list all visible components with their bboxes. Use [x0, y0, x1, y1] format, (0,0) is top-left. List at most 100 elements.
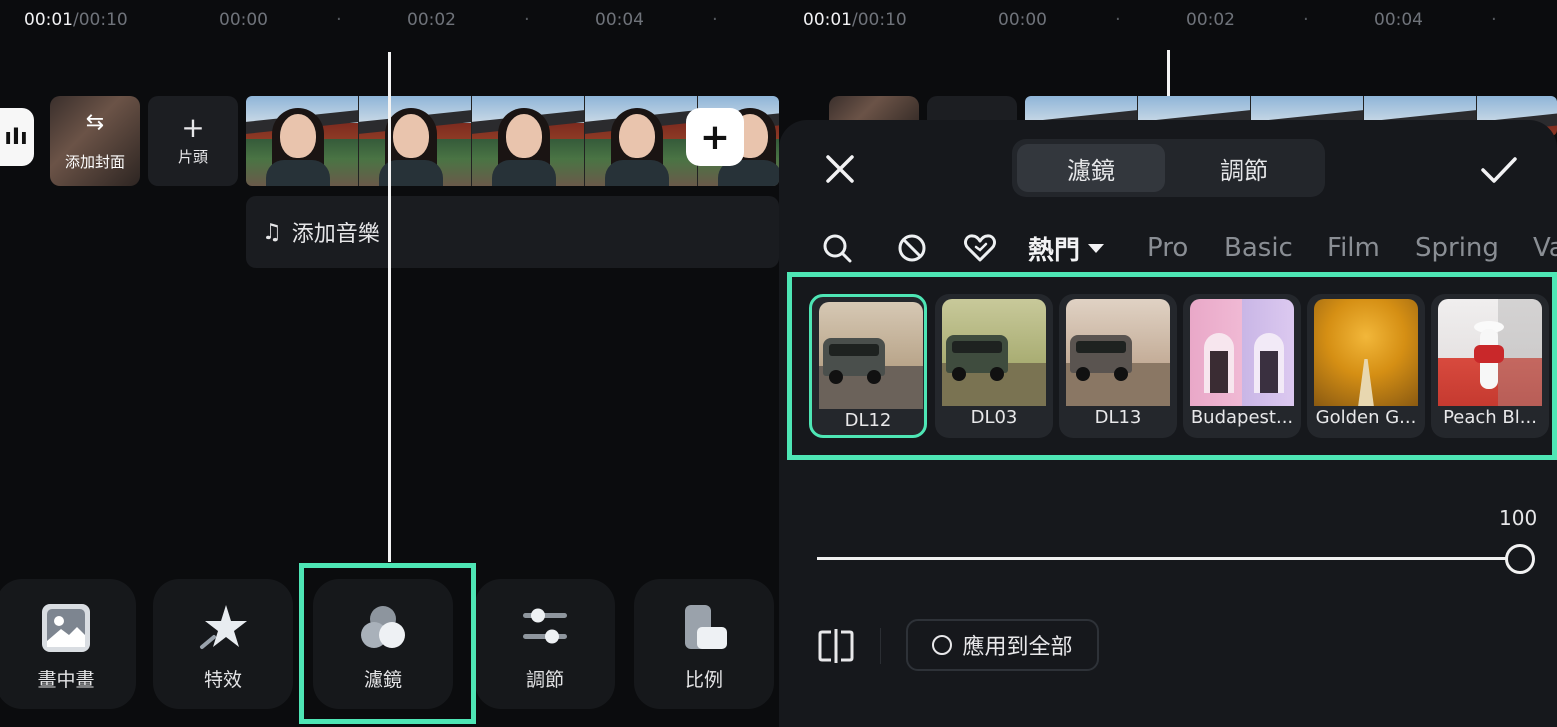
plus-icon: + [699, 116, 731, 158]
tool-label: 畫中畫 [37, 669, 95, 691]
category-basic[interactable]: Basic [1224, 226, 1293, 270]
filter-thumbnail [1438, 299, 1542, 406]
ruler-dot: · [336, 9, 342, 30]
music-note-icon: ♫ [262, 219, 282, 245]
tab-switcher: 濾鏡 調節 [1012, 139, 1325, 197]
ruler-mark: 00:04 [1374, 10, 1423, 30]
tool-picture-in-picture[interactable]: 畫中畫 [0, 579, 136, 709]
ruler-mark: 00:00 [219, 10, 268, 30]
heart-icon [964, 234, 996, 262]
add-intro-label: 片頭 [177, 148, 208, 166]
add-cover-button[interactable]: ⇆ 添加封面 [50, 96, 140, 186]
favorites-button[interactable] [963, 226, 997, 270]
filter-item-dl12[interactable]: DL12 [809, 294, 927, 438]
category-film[interactable]: Film [1327, 226, 1380, 270]
filter-thumbnail [1066, 299, 1170, 406]
filter-name: DL03 [970, 407, 1018, 428]
compare-button[interactable] [815, 625, 857, 667]
search-icon [823, 234, 852, 263]
timeline-ruler: 00:01/00:10 00:00 · 00:02 · 00:04 · [0, 9, 779, 36]
tool-label: 特效 [203, 669, 242, 691]
divider [880, 628, 881, 664]
checkmark-icon [1481, 157, 1517, 183]
plus-icon: + [181, 111, 205, 144]
left-screen: 00:01/00:10 00:00 · 00:02 · 00:04 · ıIı … [0, 0, 779, 727]
filter-thumbnail [819, 302, 923, 409]
clip-frame [585, 96, 698, 186]
filter-name: DL13 [1094, 407, 1142, 428]
tool-ratio[interactable]: 比例 [634, 579, 774, 709]
intensity-slider-track[interactable] [817, 557, 1520, 560]
category-va[interactable]: Va [1533, 226, 1557, 270]
right-screen: 00:01/00:10 00:00 · 00:02 · 00:04 · 濾鏡 調… [779, 0, 1557, 727]
filter-item-peach[interactable]: Peach Bl... [1431, 294, 1549, 438]
ratio-icon [685, 605, 727, 649]
filter-thumbnail [942, 299, 1046, 406]
filter-item-golden[interactable]: Golden G... [1307, 294, 1425, 438]
ruler-mark: 00:02 [1186, 10, 1235, 30]
clip-frame [472, 96, 585, 186]
timecode: 00:01/00:10 [24, 10, 128, 30]
add-intro-button[interactable]: + 片頭 [148, 96, 238, 186]
category-label: Basic [1224, 233, 1293, 263]
category-bar: 熱門 Pro Basic Film Spring Va [779, 226, 1557, 270]
tool-adjust[interactable]: 調節 [475, 579, 615, 709]
chevron-down-icon [1088, 243, 1105, 253]
category-hot[interactable]: 熱門 [1028, 226, 1105, 270]
ruler-dot: · [712, 9, 718, 30]
swap-icon: ⇆ [85, 110, 105, 135]
radio-circle-icon [932, 635, 953, 655]
ruler-mark: 00:00 [998, 10, 1047, 30]
no-filter-button[interactable] [896, 226, 928, 270]
playhead[interactable] [388, 52, 391, 562]
filter-name: DL12 [844, 410, 892, 431]
effects-star-icon [200, 605, 247, 649]
picture-in-picture-icon [42, 604, 90, 652]
close-button[interactable] [819, 148, 861, 190]
audio-toggle-button[interactable]: ıIı [0, 108, 34, 166]
clip-frame [246, 96, 359, 186]
filter-item-dl03[interactable]: DL03 [935, 294, 1053, 438]
filter-item-budapest[interactable]: Budapest... [1183, 294, 1301, 438]
filter-circles-icon [361, 606, 405, 648]
add-music-button[interactable]: ♫ 添加音樂 [246, 196, 779, 268]
ruler-dot: · [1115, 9, 1121, 30]
adjust-sliders-icon [523, 608, 567, 644]
add-cover-label: 添加封面 [64, 153, 125, 171]
filter-name: Budapest... [1190, 407, 1294, 428]
tool-label: 濾鏡 [363, 669, 402, 691]
search-button[interactable] [821, 226, 853, 270]
timeline-ruler: 00:01/00:10 00:00 · 00:02 · 00:04 · [779, 9, 1557, 36]
timecode: 00:01/00:10 [803, 10, 907, 30]
intensity-slider-knob[interactable] [1505, 544, 1535, 574]
filter-thumbnail [1314, 299, 1418, 406]
apply-to-all-button[interactable]: 應用到全部 [906, 619, 1099, 671]
add-clip-button[interactable]: + [686, 108, 744, 166]
filter-name: Golden G... [1315, 407, 1417, 428]
tab-filter[interactable]: 濾鏡 [1017, 144, 1165, 192]
ruler-dot: · [1303, 9, 1309, 30]
tool-effects[interactable]: 特效 [153, 579, 293, 709]
ruler-dot: · [1491, 9, 1497, 30]
category-label: 熱門 [1028, 235, 1081, 266]
tool-filter[interactable]: 濾鏡 [313, 579, 453, 709]
compare-icon [818, 629, 854, 663]
category-pro[interactable]: Pro [1147, 226, 1188, 270]
audio-wave-icon: ıIı [4, 124, 28, 150]
add-music-label: 添加音樂 [291, 222, 380, 247]
filter-item-dl13[interactable]: DL13 [1059, 294, 1177, 438]
clip-frame [359, 96, 472, 186]
apply-to-all-label: 應用到全部 [962, 635, 1073, 660]
filter-thumbnail [1190, 299, 1294, 406]
category-spring[interactable]: Spring [1415, 226, 1499, 270]
tab-adjust[interactable]: 調節 [1170, 144, 1318, 192]
filter-list: DL12 DL03 DL13 Budapest... Golden G... P… [809, 290, 1557, 440]
category-label: Film [1327, 233, 1380, 263]
ruler-dot: · [524, 9, 530, 30]
category-label: Spring [1415, 233, 1499, 263]
confirm-button[interactable] [1477, 148, 1521, 192]
tool-label: 比例 [684, 669, 723, 691]
close-icon [826, 155, 854, 183]
ruler-mark: 00:02 [407, 10, 456, 30]
tool-label: 調節 [525, 669, 564, 691]
